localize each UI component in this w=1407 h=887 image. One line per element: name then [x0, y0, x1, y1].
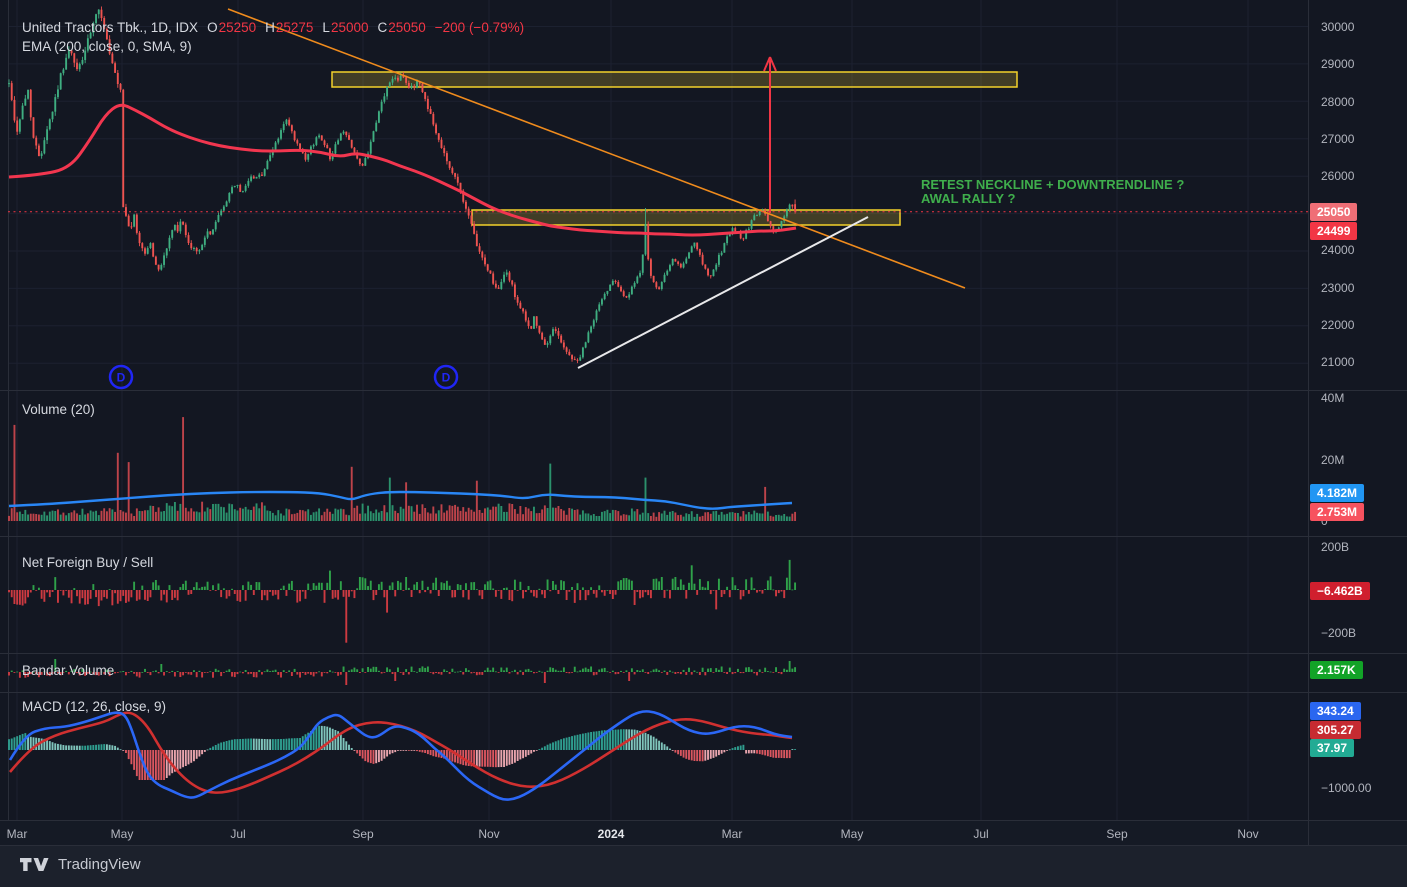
price-axis-label: 27000: [1321, 132, 1355, 146]
macd-axis-label: −1000.00: [1321, 781, 1372, 795]
net-foreign-axis-label: 200B: [1321, 540, 1350, 554]
open-label: O: [207, 20, 218, 35]
volume-ma-badge: 4.182M: [1310, 484, 1365, 502]
brand-name: TradingView: [58, 856, 141, 873]
time-axis-label: May: [840, 827, 864, 841]
time-axis-label: Sep: [1106, 827, 1128, 841]
last-price-badge: 25050: [1310, 203, 1358, 221]
net-foreign-axis-label: −200B: [1321, 626, 1357, 640]
symbol-title: United Tractors Tbk., 1D, IDX: [22, 20, 199, 35]
price-axis-label: 21000: [1321, 355, 1355, 369]
time-axis-label: Jul: [230, 827, 246, 841]
time-axis-label: Mar: [721, 827, 743, 841]
price-axis-label: 24000: [1321, 243, 1355, 257]
tradingview-chart-window: DD United Tractors Tbk., 1D, IDX O25250 H2…: [0, 0, 1407, 887]
high-value: 25275: [275, 20, 314, 35]
time-axis-year-label: 2024: [597, 827, 625, 841]
macd-pane-title[interactable]: MACD (12, 26, close, 9): [22, 699, 166, 714]
bandar-value-badge: 2.157K: [1310, 661, 1363, 679]
macd-histogram-badge: 37.97: [1310, 739, 1355, 757]
low-value: 25000: [330, 20, 369, 35]
volume-axis-label: 20M: [1321, 453, 1345, 467]
symbol-legend[interactable]: United Tractors Tbk., 1D, IDX O25250 H2527…: [22, 20, 524, 35]
chart-canvas[interactable]: DD: [0, 0, 1407, 887]
open-value: 25250: [218, 20, 257, 35]
net-foreign-value-badge: −6.462B: [1310, 582, 1370, 600]
price-axis-label: 26000: [1321, 169, 1355, 183]
ema-legend[interactable]: EMA (200, close, 0, SMA, 9): [22, 39, 192, 54]
volume-axis-label: 40M: [1321, 391, 1345, 405]
annotation-line-2: AWAL RALLY ?: [921, 191, 1016, 206]
time-axis-label: Nov: [1237, 827, 1259, 841]
tradingview-watermark[interactable]: TradingView: [20, 856, 141, 873]
close-label: C: [377, 20, 388, 35]
annotation-line-1: RETEST NECKLINE + DOWNTRENDLINE ?: [921, 177, 1185, 192]
svg-text:D: D: [117, 371, 126, 385]
time-axis-label: May: [110, 827, 134, 841]
macd-value-badge: 343.24: [1310, 702, 1361, 720]
time-axis-label: Mar: [6, 827, 28, 841]
svg-text:D: D: [442, 371, 451, 385]
low-label: L: [322, 20, 330, 35]
time-axis-label: Sep: [352, 827, 374, 841]
volume-value-badge: 2.753M: [1310, 503, 1365, 521]
bandar-pane-title[interactable]: Bandar Volume: [22, 663, 114, 678]
price-axis-label: 22000: [1321, 318, 1355, 332]
time-axis-label: Jul: [973, 827, 989, 841]
net-foreign-pane-title[interactable]: Net Foreign Buy / Sell: [22, 555, 153, 570]
tradingview-logo-icon: [20, 858, 49, 871]
change-value: −200 (−0.79%): [434, 20, 525, 35]
price-axis-label: 28000: [1321, 95, 1355, 109]
high-label: H: [265, 20, 275, 35]
close-value: 25050: [388, 20, 426, 35]
time-axis-label: Nov: [478, 827, 500, 841]
volume-pane-title[interactable]: Volume (20): [22, 402, 95, 417]
alert-price-badge: 24499: [1310, 222, 1358, 240]
price-axis-label: 30000: [1321, 20, 1355, 34]
price-axis-label: 23000: [1321, 281, 1355, 295]
chart-text-annotation[interactable]: RETEST NECKLINE + DOWNTRENDLINE ? AWAL R…: [921, 178, 1184, 206]
macd-signal-badge: 305.27: [1310, 721, 1361, 739]
price-axis-label: 29000: [1321, 57, 1355, 71]
